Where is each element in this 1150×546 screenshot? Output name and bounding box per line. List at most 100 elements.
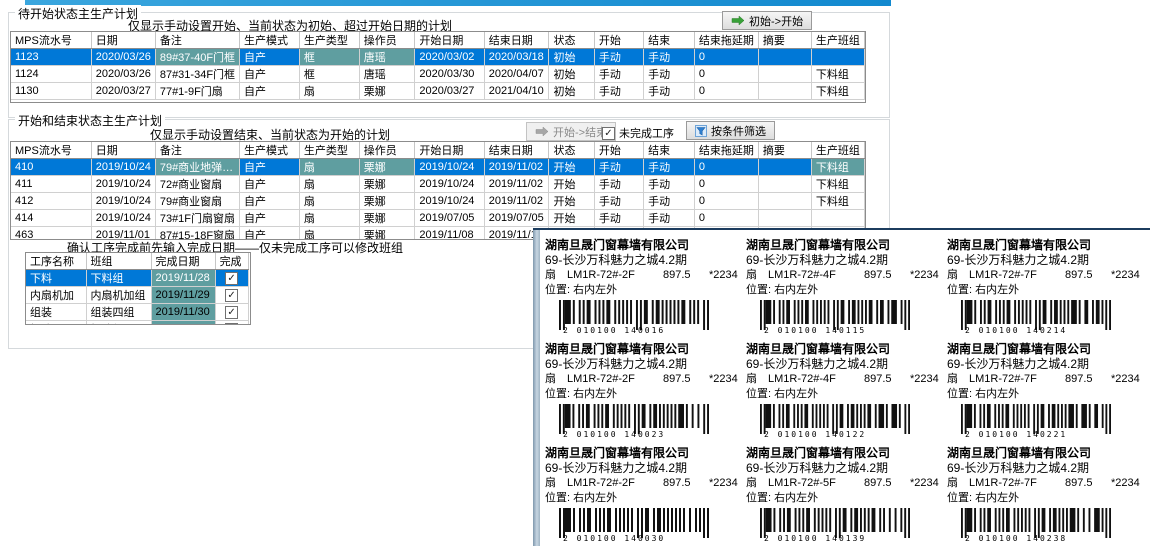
cell[interactable]: 2020/03/27 — [415, 83, 484, 100]
cell[interactable] — [758, 49, 811, 66]
cell[interactable]: 0 — [694, 159, 758, 176]
cell[interactable]: 手动 — [644, 193, 695, 210]
cell[interactable]: 412 — [11, 193, 91, 210]
cell[interactable]: 唐瑶 — [359, 66, 415, 83]
cell[interactable]: 打胶组 — [86, 321, 151, 326]
cell[interactable] — [215, 287, 248, 304]
unfinished-process-checkbox[interactable]: 未完成工序 — [602, 125, 674, 141]
cell[interactable]: 手动 — [594, 83, 643, 100]
cell[interactable]: 0 — [694, 193, 758, 210]
cell[interactable]: 72#商业窗扇 — [155, 176, 239, 193]
cell[interactable]: 2019/10/24 — [415, 159, 484, 176]
table-row[interactable]: 4112019/10/2472#商业窗扇自产扇栗娜2019/10/242019/… — [11, 176, 865, 193]
cell[interactable]: 2019/11/02 — [484, 159, 549, 176]
cell[interactable]: 87#15-18F窗扇 — [155, 227, 239, 241]
cell[interactable]: 2020/03/02 — [415, 49, 484, 66]
cell[interactable]: 2019/11/28 — [151, 270, 215, 287]
cell[interactable]: 下料组 — [811, 176, 864, 193]
cell[interactable]: 下料组 — [811, 66, 864, 83]
cell[interactable] — [215, 304, 248, 321]
cell[interactable]: 扇 — [299, 193, 359, 210]
row-done-checkbox[interactable] — [225, 306, 238, 319]
cell[interactable]: 2019/11/02 — [484, 176, 549, 193]
cell[interactable] — [215, 321, 248, 326]
cell[interactable]: 2020/03/31 — [151, 321, 215, 326]
cell[interactable]: 2019/10/24 — [415, 176, 484, 193]
cell[interactable] — [758, 210, 811, 227]
table-row[interactable]: 11232020/03/2689#37-40F门框自产框唐瑶2020/03/02… — [11, 49, 865, 66]
cell[interactable] — [758, 83, 811, 100]
table-row[interactable]: 4142019/10/2473#1F门扇窗扇自产扇栗娜2019/07/05201… — [11, 210, 865, 227]
cell[interactable]: 77#1-9F门扇 — [155, 83, 239, 100]
cell[interactable]: 2019/11/29 — [151, 287, 215, 304]
cell[interactable]: 下料组 — [811, 83, 864, 100]
cell[interactable]: 栗娜 — [359, 176, 415, 193]
table-row[interactable]: 下料下料组2019/11/28 — [26, 270, 248, 287]
cell[interactable]: 手动 — [594, 159, 643, 176]
cell[interactable]: 463 — [11, 227, 91, 241]
cell[interactable]: 手动 — [594, 66, 643, 83]
cell[interactable]: 手动 — [644, 49, 695, 66]
cell[interactable]: 2020/03/18 — [484, 49, 549, 66]
cell[interactable]: 手动 — [644, 159, 695, 176]
cell[interactable]: 自产 — [240, 193, 300, 210]
table-row[interactable]: 组装组装四组2019/11/30 — [26, 304, 248, 321]
cell[interactable]: 414 — [11, 210, 91, 227]
cell[interactable]: 手动 — [594, 193, 643, 210]
cell[interactable]: 开始 — [549, 159, 594, 176]
cell[interactable]: 2020/03/26 — [91, 66, 155, 83]
cell[interactable]: 组装 — [26, 304, 86, 321]
cell[interactable]: 79#商业地弹… — [155, 159, 239, 176]
cell[interactable]: 扇 — [299, 159, 359, 176]
cell[interactable]: 栗娜 — [359, 227, 415, 241]
cell[interactable]: 栗娜 — [359, 193, 415, 210]
row-done-checkbox[interactable] — [225, 289, 238, 302]
cell[interactable]: 2019/10/24 — [91, 193, 155, 210]
cell[interactable]: 89#37-40F门框 — [155, 49, 239, 66]
table-row[interactable]: 4122019/10/2479#商业窗扇自产扇栗娜2019/10/242019/… — [11, 193, 865, 210]
cell[interactable]: 框 — [299, 49, 359, 66]
cell[interactable]: 0 — [694, 49, 758, 66]
table-row[interactable]: 4102019/10/2479#商业地弹…自产扇栗娜2019/10/242019… — [11, 159, 865, 176]
cell[interactable]: 内扇机加 — [26, 287, 86, 304]
cell[interactable]: 下料组 — [811, 159, 864, 176]
cell[interactable]: 411 — [11, 176, 91, 193]
table-row[interactable]: 打胶打胶组2020/03/31 — [26, 321, 248, 326]
checkbox-icon[interactable] — [602, 127, 615, 140]
cell[interactable]: 73#1F门扇窗扇 — [155, 210, 239, 227]
cell[interactable]: 0 — [694, 66, 758, 83]
cell[interactable]: 栗娜 — [359, 83, 415, 100]
cell[interactable]: 扇 — [299, 176, 359, 193]
cell[interactable]: 开始 — [549, 193, 594, 210]
cell[interactable]: 下料组 — [811, 193, 864, 210]
cell[interactable]: 79#商业窗扇 — [155, 193, 239, 210]
cell[interactable]: 内扇机加组 — [86, 287, 151, 304]
cell[interactable]: 初始 — [549, 83, 594, 100]
cell[interactable]: 手动 — [644, 83, 695, 100]
cell[interactable]: 手动 — [644, 176, 695, 193]
initial-to-start-button[interactable]: 初始->开始 — [722, 11, 812, 30]
cell[interactable]: 2019/11/30 — [151, 304, 215, 321]
cell[interactable]: 自产 — [240, 83, 300, 100]
cell[interactable]: 手动 — [594, 49, 643, 66]
cell[interactable]: 2019/10/24 — [415, 193, 484, 210]
cell[interactable]: 1123 — [11, 49, 91, 66]
cell[interactable]: 开始 — [549, 176, 594, 193]
cell[interactable]: 2019/10/24 — [91, 210, 155, 227]
cell[interactable]: 2020/03/27 — [91, 83, 155, 100]
cell[interactable]: 2019/11/02 — [484, 193, 549, 210]
cell[interactable]: 2019/10/24 — [91, 176, 155, 193]
cell[interactable]: 组装四组 — [86, 304, 151, 321]
cell[interactable]: 87#31-34F门框 — [155, 66, 239, 83]
cell[interactable]: 手动 — [644, 66, 695, 83]
cell[interactable]: 410 — [11, 159, 91, 176]
cell[interactable]: 1124 — [11, 66, 91, 83]
cell[interactable]: 唐瑶 — [359, 49, 415, 66]
cell[interactable]: 初始 — [549, 66, 594, 83]
table-row[interactable]: 内扇机加内扇机加组2019/11/29 — [26, 287, 248, 304]
cell[interactable]: 自产 — [240, 49, 300, 66]
cell[interactable]: 框 — [299, 66, 359, 83]
cell[interactable]: 1130 — [11, 83, 91, 100]
table-row[interactable]: 11302020/03/2777#1-9F门扇自产扇栗娜2020/03/2720… — [11, 83, 865, 100]
filter-by-condition-button[interactable]: 按条件筛选 — [686, 121, 775, 140]
